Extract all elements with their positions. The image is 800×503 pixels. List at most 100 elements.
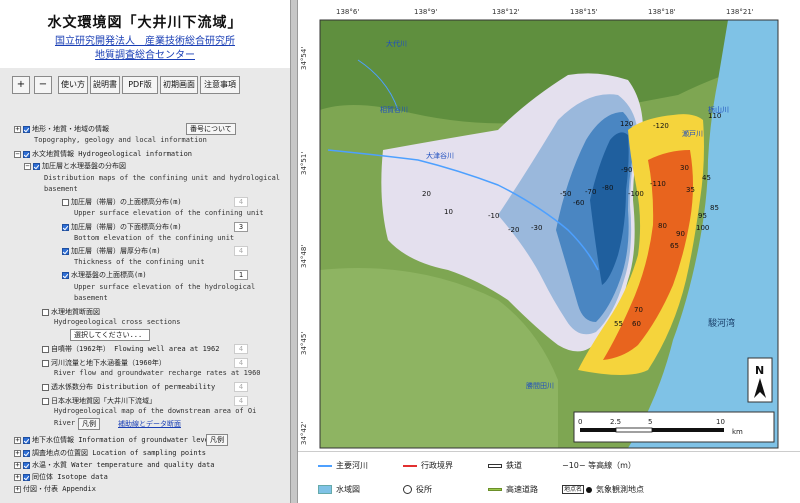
- expand-icon[interactable]: +: [14, 449, 21, 457]
- layer-panel: 水文環境図「大井川下流域」 国立研究開発法人 産業技術総合研究所 地質調査総合セ…: [0, 0, 290, 503]
- layer-topo[interactable]: + 地形・地質・地域の情報: [14, 124, 109, 135]
- panel-splitter[interactable]: [290, 0, 298, 503]
- layer-topo-sub: Topography, geology and local informatio…: [34, 136, 207, 144]
- numbering-button[interactable]: 番号について: [186, 123, 236, 135]
- legend-river: 主要河川: [318, 460, 368, 472]
- map-canvas[interactable]: 138°6' 138°9' 138°12' 138°15' 138°18' 13…: [298, 0, 800, 451]
- opacity-select[interactable]: 4: [234, 197, 248, 207]
- toolbar: + − 使い方 説明書 PDF版 初期画面 注意事項: [10, 76, 285, 96]
- opacity-select[interactable]: 1: [234, 270, 248, 280]
- layer-lower[interactable]: 加圧層（帯層）の下面標高分布(m): [62, 222, 182, 233]
- lon-tick-label: 138°6': [336, 8, 359, 16]
- layer-tree: + 地形・地質・地域の情報 番号について Topography, geology …: [14, 123, 286, 499]
- layer-sampling[interactable]: + 調査地点の位置図 Location of sampling points: [14, 448, 206, 459]
- lon-tick-label: 138°9': [414, 8, 437, 16]
- contour-label: 85: [710, 204, 719, 212]
- checkbox[interactable]: [62, 247, 69, 255]
- scale-label: 5: [648, 418, 652, 426]
- checkbox[interactable]: [62, 271, 69, 279]
- layer-cross-section[interactable]: 水理地質断面図: [42, 307, 100, 318]
- checkbox[interactable]: [42, 397, 49, 405]
- checkbox[interactable]: [23, 473, 30, 481]
- contour-label: 100: [696, 224, 709, 232]
- contour-label: 80: [658, 222, 667, 230]
- layer-quality[interactable]: + 水温・水質 Water temperature and quality dat…: [14, 460, 215, 471]
- checkbox[interactable]: [62, 223, 69, 231]
- layer-basement-sub: Upper surface elevation of the hydrologi…: [74, 283, 256, 302]
- page-title: 水文環境図「大井川下流域」: [47, 15, 243, 31]
- layer-river-flow[interactable]: 河川流量と地下水涵養量（1960年）: [42, 358, 166, 369]
- zoom-in-button[interactable]: +: [12, 76, 30, 94]
- lat-tick-label: 34°45': [300, 332, 308, 355]
- contour-label: -70: [585, 188, 596, 196]
- layer-river-sub: River flow and groundwater recharge rate…: [54, 369, 261, 377]
- org-link-1[interactable]: 国立研究開発法人 産業技術総合研究所: [0, 32, 290, 47]
- opacity-select[interactable]: 4: [234, 396, 248, 406]
- checkbox[interactable]: [42, 359, 49, 367]
- checkbox[interactable]: [42, 308, 49, 316]
- cross-section-select[interactable]: 選択してください...: [70, 329, 150, 341]
- rail-line-icon: [488, 463, 502, 468]
- aux-line-link[interactable]: 補助線とデータ断面: [118, 419, 181, 429]
- expand-icon[interactable]: +: [14, 473, 21, 481]
- usage-button[interactable]: 使い方: [58, 76, 88, 94]
- observation-point-icon: [586, 486, 593, 493]
- contour-label: -110: [650, 180, 666, 188]
- layer-appendix[interactable]: + 付図・付表 Appendix: [14, 484, 96, 495]
- opacity-select[interactable]: 4: [234, 382, 248, 392]
- contour-label: 110: [708, 112, 721, 120]
- collapse-icon[interactable]: −: [14, 150, 21, 158]
- expand-icon[interactable]: +: [14, 436, 21, 444]
- contour-label: -60: [573, 199, 584, 207]
- checkbox[interactable]: [33, 162, 40, 170]
- lon-tick-label: 138°15': [570, 8, 598, 16]
- layer-hydro[interactable]: − 水文地質情報 Hydrogeological information: [14, 149, 192, 160]
- checkbox[interactable]: [62, 198, 69, 206]
- pdf-button[interactable]: PDF版: [122, 76, 158, 94]
- notice-button[interactable]: 注意事項: [200, 76, 240, 94]
- checkbox[interactable]: [42, 345, 49, 353]
- scale-label: 2.5: [610, 418, 621, 426]
- checkbox[interactable]: [23, 125, 30, 133]
- opacity-select[interactable]: 4: [234, 246, 248, 256]
- legend-water: 水域図: [318, 484, 360, 496]
- checkbox[interactable]: [23, 461, 30, 469]
- layer-hydrogeo-map[interactable]: 日本水理地質図「大井川下流域」: [42, 396, 156, 407]
- layer-upper[interactable]: 加圧層（帯層）の上面標高分布(m): [62, 197, 182, 208]
- legend-button[interactable]: 凡例: [206, 434, 228, 446]
- legend-button[interactable]: 凡例: [78, 418, 100, 430]
- layer-groundwater-level[interactable]: + 地下水位情報 Information of groundwater level: [14, 435, 213, 446]
- checkbox[interactable]: [23, 449, 30, 457]
- contour-label: 120: [620, 120, 633, 128]
- layer-upper-sub: Upper surface elevation of the confining…: [74, 209, 264, 217]
- zoom-out-icon: −: [38, 79, 48, 90]
- opacity-select[interactable]: 4: [234, 344, 248, 354]
- checkbox[interactable]: [23, 150, 30, 158]
- layer-thickness[interactable]: 加圧層（帯層）層厚分布(m): [62, 246, 161, 257]
- home-button[interactable]: 初期画面: [160, 76, 198, 94]
- org-link-2[interactable]: 地質調査総合センター: [0, 46, 290, 61]
- contour-label: -90: [621, 166, 632, 174]
- place-label: 瀬戸川: [682, 129, 703, 138]
- collapse-icon[interactable]: −: [24, 162, 31, 170]
- checkbox[interactable]: [42, 383, 49, 391]
- expand-icon[interactable]: +: [14, 461, 21, 469]
- layer-hydrogeo-sub: Hydrogeological map of the downstream ar…: [54, 407, 257, 415]
- map-view[interactable]: 138°6' 138°9' 138°12' 138°15' 138°18' 13…: [298, 0, 800, 503]
- layer-permeability[interactable]: 透水係数分布 Distribution of permeability: [42, 382, 215, 393]
- opacity-select[interactable]: 4: [234, 358, 248, 368]
- layer-flowing-well[interactable]: 自噴帯（1962年） Flowing well area at 1962: [42, 344, 219, 355]
- river-line-icon: [318, 464, 332, 467]
- layer-isotope[interactable]: + 同位体 Isotope data: [14, 472, 108, 483]
- contour-label: 60: [632, 320, 641, 328]
- place-label: 駿河湾: [708, 317, 735, 329]
- opacity-select[interactable]: 3: [234, 222, 248, 232]
- zoom-out-button[interactable]: −: [34, 76, 52, 94]
- expand-icon[interactable]: +: [14, 125, 21, 133]
- manual-button[interactable]: 説明書: [90, 76, 120, 94]
- layer-basement[interactable]: 水理基盤の上面標高(m): [62, 270, 147, 281]
- zoom-in-icon: +: [16, 79, 26, 90]
- checkbox[interactable]: [23, 436, 30, 444]
- expand-icon[interactable]: +: [14, 485, 21, 493]
- layer-confining[interactable]: − 加圧層と水理基盤の分布図: [24, 161, 126, 172]
